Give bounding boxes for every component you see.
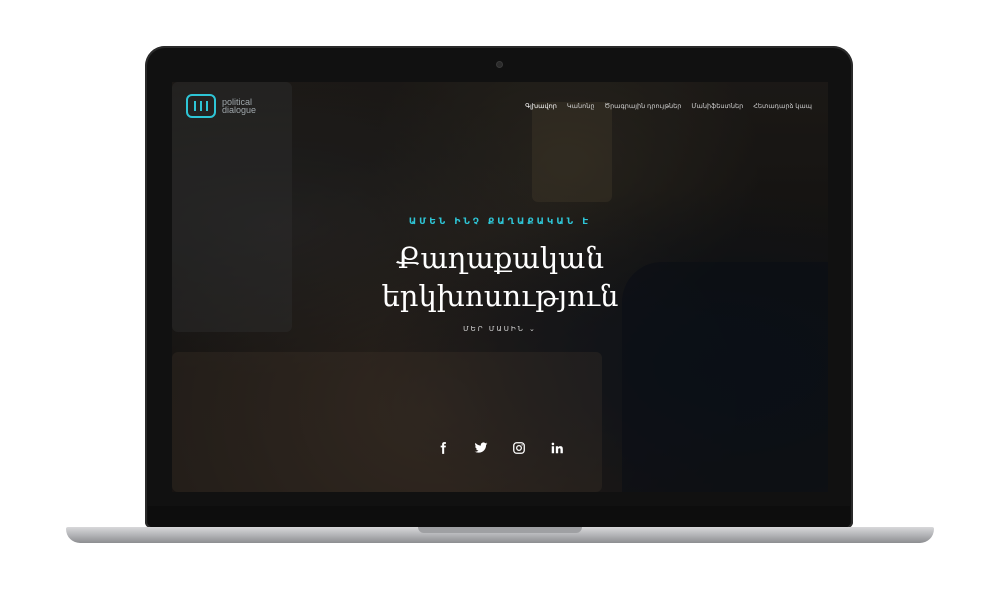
logo-icon [186,94,216,118]
logo-text: political dialogue [222,98,257,115]
main-nav: Գլխավոր Կանոնը Ծրագրային դրույթներ Մանիֆ… [525,102,812,110]
chevron-down-icon: ⌄ [529,325,537,333]
hero-tagline: ԱՄԵՆ ԻՆՉ ՔԱՂԱՔԱԿԱՆ Է [408,217,592,227]
hero-section: ԱՄԵՆ ԻՆՉ ՔԱՂԱՔԱԿԱՆ Է Քաղաքական երկխոսութ… [172,217,828,333]
logo-line-2: dialogue [222,105,257,115]
linkedin-icon[interactable] [549,440,565,456]
laptop-screen: political dialogue Գլխավոր Կանոնը Ծրագրա… [172,82,828,492]
social-links [172,440,828,456]
camera-icon [497,62,502,67]
about-link[interactable]: ՄԵՐ ՄԱՍԻՆ ⌄ [172,325,828,333]
hero-title-line-1: Քաղաքական [395,241,605,275]
laptop-bezel-bottom [148,506,850,528]
nav-item-program[interactable]: Ծրագրային դրույթներ [604,102,681,110]
instagram-icon[interactable] [511,440,527,456]
facebook-icon[interactable] [435,440,451,456]
nav-item-rules[interactable]: Կանոնը [567,102,595,110]
site-logo[interactable]: political dialogue [186,94,256,118]
hero-title-line-2: երկխոսություն [381,279,619,313]
nav-item-home[interactable]: Գլխավոր [525,102,557,110]
twitter-icon[interactable] [473,440,489,456]
laptop-notch [418,527,582,533]
hero-title: Քաղաքական երկխոսություն [172,239,828,315]
nav-item-contact[interactable]: Հետադարձ կապ [753,102,812,110]
nav-item-manifestos[interactable]: Մանիֆեստներ [691,102,743,110]
about-label: ՄԵՐ ՄԱՍԻՆ [463,325,525,333]
